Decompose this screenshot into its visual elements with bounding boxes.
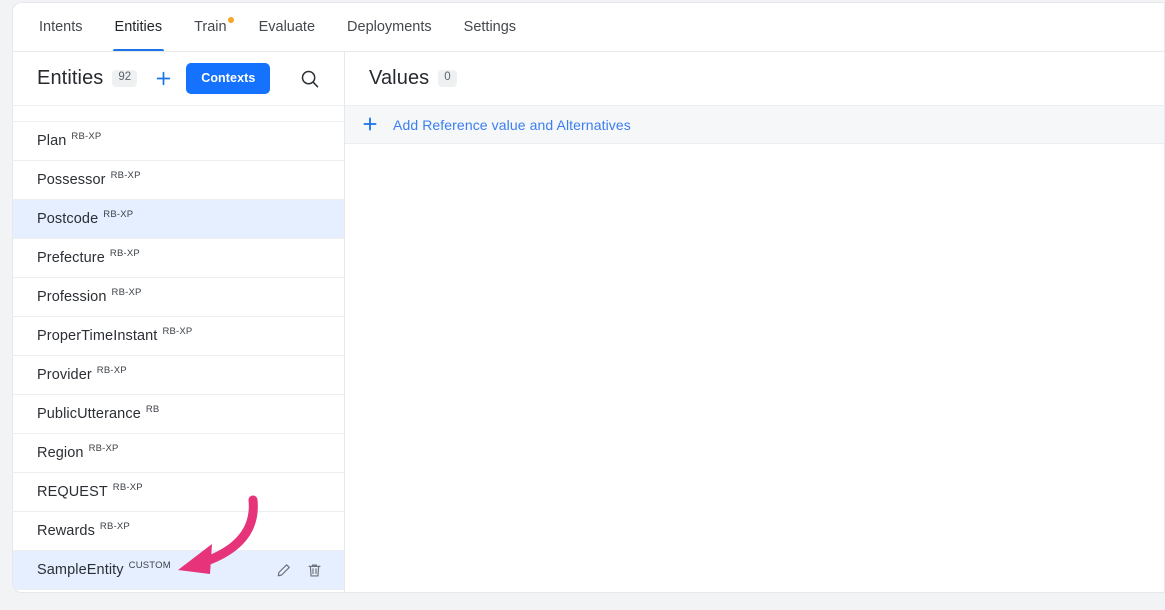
entities-title: Entities bbox=[37, 67, 104, 89]
values-panel-header: Values 0 bbox=[345, 52, 1164, 106]
entity-name: Region bbox=[37, 445, 84, 461]
entity-row[interactable]: SampleEntity CUSTOM bbox=[13, 551, 344, 590]
entity-name: Possessor bbox=[37, 172, 106, 188]
values-panel: Values 0 Add Reference value and Alterna… bbox=[345, 52, 1164, 592]
entity-name: PublicUtterance bbox=[37, 406, 141, 422]
entity-list[interactable]: PhoneNumberRB-XPPlanRB-XPPossessorRB-XPP… bbox=[13, 106, 344, 592]
entity-name: Postcode bbox=[37, 211, 99, 227]
entity-name: Plan bbox=[37, 133, 67, 149]
tab-deployments[interactable]: Deployments bbox=[331, 3, 448, 51]
edit-pencil-icon[interactable] bbox=[276, 563, 291, 578]
values-title: Values bbox=[369, 67, 430, 89]
entity-row[interactable]: Plan RB-XP bbox=[13, 122, 344, 161]
entity-name: REQUEST bbox=[37, 484, 108, 500]
entity-row[interactable]: Profession RB-XP bbox=[13, 278, 344, 317]
entities-panel: Entities 92 Contexts PhoneNumberRB-XPPl bbox=[13, 52, 345, 592]
entity-type-tag: RB-XP bbox=[103, 209, 134, 220]
entity-type-tag: RB-XP bbox=[88, 443, 119, 454]
tab-intents[interactable]: Intents bbox=[23, 3, 99, 51]
entity-type-tag: RB-XP bbox=[99, 521, 130, 532]
tab-evaluate[interactable]: Evaluate bbox=[243, 3, 331, 51]
content-split: Entities 92 Contexts PhoneNumberRB-XPPl bbox=[13, 52, 1164, 592]
entity-type-tag: RB-XP bbox=[112, 482, 143, 493]
entity-row[interactable]: REQUEST RB-XP bbox=[13, 473, 344, 512]
search-icon[interactable] bbox=[294, 63, 326, 95]
entity-row[interactable]: Possessor RB-XP bbox=[13, 161, 344, 200]
entity-name: SampleEntity bbox=[37, 562, 124, 578]
entity-type-tag: RB-XP bbox=[162, 326, 193, 337]
entity-row[interactable]: PublicUtterance RB bbox=[13, 395, 344, 434]
entity-type-tag: RB bbox=[145, 404, 160, 415]
tab-label: Deployments bbox=[347, 19, 432, 35]
entity-row[interactable]: Prefecture RB-XP bbox=[13, 239, 344, 278]
tab-label: Intents bbox=[39, 19, 83, 35]
entity-row[interactable]: Region RB-XP bbox=[13, 434, 344, 473]
notification-dot-icon bbox=[227, 17, 234, 23]
plus-icon bbox=[363, 114, 377, 135]
entity-name: Prefecture bbox=[37, 250, 105, 266]
values-count-badge: 0 bbox=[438, 70, 457, 87]
tab-train[interactable]: Train bbox=[178, 3, 243, 51]
entity-row[interactable]: PhoneNumberRB-XP bbox=[13, 106, 344, 122]
entity-type-tag: RB-XP bbox=[96, 365, 127, 376]
entity-row[interactable]: Provider RB-XP bbox=[13, 356, 344, 395]
main-tab-bar: Intents Entities Train Evaluate Deployme… bbox=[13, 3, 1164, 52]
tab-label: Evaluate bbox=[258, 19, 316, 35]
entity-type-tag: RB-XP bbox=[71, 131, 102, 142]
entity-name: Rewards bbox=[37, 523, 95, 539]
contexts-button[interactable]: Contexts bbox=[186, 63, 271, 94]
entity-type-tag: RB-XP bbox=[109, 248, 140, 259]
entity-row[interactable]: ProperTimeInstant RB-XP bbox=[13, 317, 344, 356]
values-empty-body bbox=[345, 144, 1164, 592]
entity-name: Profession bbox=[37, 289, 107, 305]
delete-trash-icon[interactable] bbox=[307, 563, 322, 578]
app-card: Intents Entities Train Evaluate Deployme… bbox=[12, 2, 1165, 593]
entity-name: Provider bbox=[37, 367, 92, 383]
entity-row[interactable]: Postcode RB-XP bbox=[13, 200, 344, 239]
entities-count-badge: 92 bbox=[112, 70, 138, 87]
add-reference-value-button[interactable]: Add Reference value and Alternatives bbox=[345, 106, 1164, 144]
tab-entities[interactable]: Entities bbox=[99, 3, 179, 51]
add-reference-value-label: Add Reference value and Alternatives bbox=[393, 116, 631, 133]
entity-list-inner: PhoneNumberRB-XPPlanRB-XPPossessorRB-XPP… bbox=[13, 106, 344, 590]
tab-label: Train bbox=[194, 17, 234, 35]
add-entity-plus-icon[interactable] bbox=[151, 67, 175, 91]
entity-name: ProperTimeInstant bbox=[37, 328, 158, 344]
entity-type-tag: CUSTOM bbox=[128, 560, 171, 571]
entity-type-tag: RB-XP bbox=[110, 170, 141, 181]
entity-type-tag: RB-XP bbox=[111, 287, 142, 298]
tab-label: Entities bbox=[114, 19, 163, 35]
tab-settings[interactable]: Settings bbox=[448, 3, 532, 51]
entity-name: PhoneNumber bbox=[37, 106, 132, 110]
entities-panel-header: Entities 92 Contexts bbox=[13, 52, 344, 106]
tab-label: Settings bbox=[463, 19, 517, 35]
entity-row[interactable]: Rewards RB-XP bbox=[13, 512, 344, 551]
entity-row-actions bbox=[276, 563, 328, 578]
